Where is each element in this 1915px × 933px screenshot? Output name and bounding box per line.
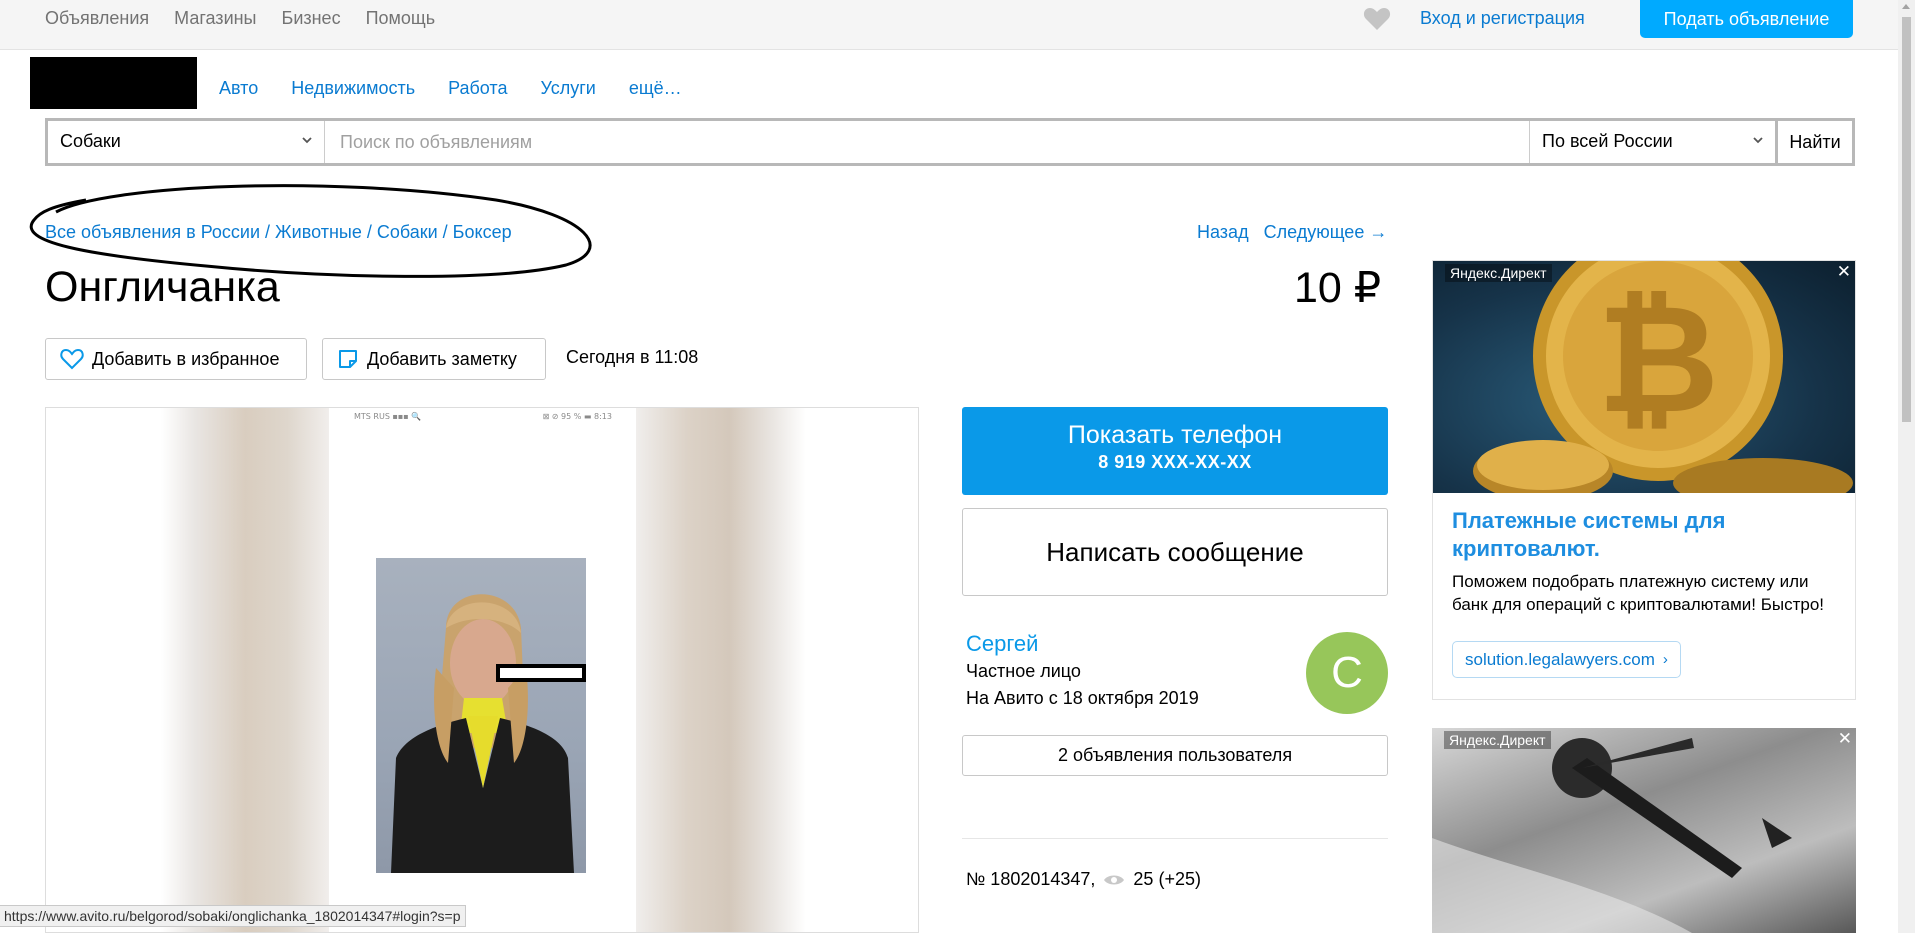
category-select-value: Собаки [60, 131, 121, 151]
view-count: 25 (+25) [1133, 869, 1201, 889]
category-nav: Авто Недвижимость Работа Услуги ещё… [219, 78, 682, 99]
photo-blur-left [161, 408, 329, 932]
ad-text: Поможем подобрать платежную систему или … [1452, 572, 1825, 614]
ad-image-bitcoin: ₿ Яндекс.Директ ✕ [1433, 261, 1855, 493]
ad-tag: Яндекс.Директ [1444, 731, 1551, 749]
back-link[interactable]: Назад [1197, 222, 1249, 243]
listing-price: 10 ₽ [1294, 264, 1382, 312]
login-link[interactable]: Вход и регистрация [1420, 8, 1585, 29]
ad-url: solution.legalawyers.com [1465, 649, 1655, 669]
scroll-up-icon[interactable] [1902, 4, 1910, 9]
phone-number-masked: 8 919 XXX-XX-XX [1098, 452, 1252, 472]
top-nav-help[interactable]: Помощь [366, 8, 436, 29]
divider [962, 838, 1388, 839]
scrollbar-thumb[interactable] [1902, 17, 1911, 422]
woman-portrait-image [391, 594, 574, 873]
scrollbar[interactable] [1898, 0, 1915, 933]
side-ad-crypto[interactable]: ₿ Яндекс.Директ ✕ Платежные системы для … [1432, 260, 1856, 700]
listing-meta: № 1802014347, 25 (+25) [966, 869, 1201, 890]
heart-outline-icon [60, 348, 84, 370]
region-select[interactable]: По всей России [1529, 121, 1775, 163]
seller-name-link[interactable]: Сергей [966, 631, 1038, 657]
note-icon [339, 350, 357, 368]
avatar[interactable]: С [1306, 632, 1388, 714]
bitcoin-coin-icon: ₿ [1473, 261, 1853, 493]
next-link[interactable]: Следующее → [1264, 222, 1388, 243]
eye-icon [1104, 875, 1125, 884]
top-nav-ads[interactable]: Объявления [45, 8, 149, 29]
ad-image-clock [1432, 738, 1792, 933]
ad-heading[interactable]: Платежные системы для криптовалют. [1452, 507, 1842, 563]
top-bar: Объявления Магазины Бизнес Помощь Вход и… [0, 0, 1898, 50]
listing-title: Онгличанка [45, 263, 280, 311]
region-select-value: По всей России [1542, 131, 1673, 151]
user-ads-button[interactable]: 2 объявления пользователя [962, 735, 1388, 776]
listing-nav: Назад Следующее → [1197, 222, 1387, 243]
eye-redaction-bar [496, 664, 586, 682]
cat-realty[interactable]: Недвижимость [291, 78, 415, 99]
cat-services[interactable]: Услуги [540, 78, 595, 99]
category-select[interactable]: Собаки [48, 121, 325, 163]
write-message-button[interactable]: Написать сообщение [962, 508, 1388, 596]
browser-status-url: https://www.avito.ru/belgorod/sobaki/ong… [0, 905, 466, 927]
listing-number: № 1802014347, [966, 869, 1096, 889]
cat-more[interactable]: ещё… [629, 78, 682, 99]
search-bar: Собаки По всей России Найти [45, 118, 1855, 166]
top-nav-shops[interactable]: Магазины [174, 8, 256, 29]
close-icon[interactable]: ✕ [1837, 262, 1851, 282]
add-note-button[interactable]: Добавить заметку [322, 338, 546, 380]
post-ad-button[interactable]: Подать объявление [1640, 0, 1853, 38]
breadcrumb[interactable]: Все объявления в России / Животные / Соб… [45, 222, 512, 243]
side-ad-clock[interactable]: Яндекс.Директ ✕ [1432, 728, 1856, 933]
favorites-heart-icon[interactable] [1363, 7, 1391, 31]
portrait-photo [376, 558, 586, 873]
search-input[interactable] [326, 121, 1528, 163]
seller-type: Частное лицо [966, 661, 1081, 681]
cat-jobs[interactable]: Работа [448, 78, 507, 99]
search-button[interactable]: Найти [1775, 118, 1855, 166]
close-icon[interactable]: ✕ [1838, 729, 1852, 749]
phone-status-right: ⊠ ⊘ 95 % ▬ 8:13 [542, 412, 612, 421]
phone-status-left: MTS RUS ▪▪▪ 🔍 [354, 412, 422, 421]
seller-since: На Авито с 18 октября 2019 [966, 688, 1199, 708]
listing-date: Сегодня в 11:08 [566, 347, 699, 367]
add-note-label: Добавить заметку [367, 348, 517, 369]
ad-url-button[interactable]: solution.legalawyers.com › [1452, 641, 1681, 678]
add-favorite-label: Добавить в избранное [92, 348, 280, 369]
show-phone-label: Показать телефон [1067, 421, 1283, 449]
chevron-down-icon [302, 137, 312, 144]
top-nav-business[interactable]: Бизнес [282, 8, 341, 29]
phone-screenshot: MTS RUS ▪▪▪ 🔍 ⊠ ⊘ 95 % ▬ 8:13 [329, 408, 636, 932]
svg-text:₿: ₿ [1597, 273, 1719, 447]
top-nav: Объявления Магазины Бизнес Помощь [45, 8, 435, 29]
chevron-down-icon [1753, 137, 1763, 144]
photo-blur-right [636, 408, 806, 932]
cat-auto[interactable]: Авто [219, 78, 258, 99]
add-favorite-button[interactable]: Добавить в избранное [45, 338, 307, 380]
logo-redacted[interactable] [30, 57, 197, 109]
show-phone-button[interactable]: Показать телефон 8 919 XXX-XX-XX [962, 407, 1388, 495]
listing-photo[interactable]: MTS RUS ▪▪▪ 🔍 ⊠ ⊘ 95 % ▬ 8:13 [45, 407, 919, 933]
chevron-right-icon: › [1662, 651, 1668, 668]
ad-tag: Яндекс.Директ [1445, 264, 1552, 282]
